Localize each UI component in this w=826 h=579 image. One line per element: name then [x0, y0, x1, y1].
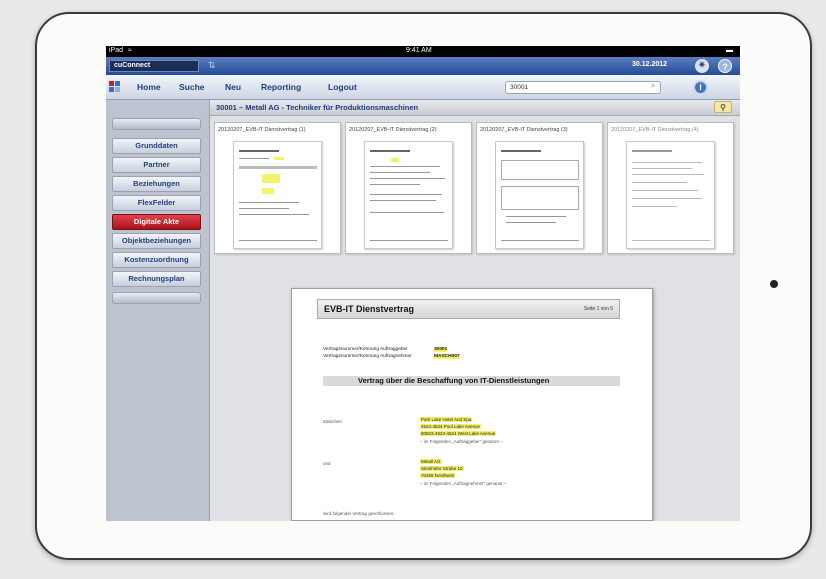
gear-icon[interactable]: ✷	[695, 59, 709, 73]
status-time: 9:41 AM	[406, 47, 432, 54]
document-thumbnail[interactable]: 20120207_EVB-IT Dienstvertrag (2)	[345, 122, 472, 254]
record-title-bar: 30001 – Metall AG - Techniker für Produk…	[210, 100, 740, 116]
record-title: 30001 – Metall AG - Techniker für Produk…	[216, 103, 419, 112]
document-thumbnail[interactable]: 20120207_EVB-IT Dienstvertrag (3)	[476, 122, 603, 254]
ipad-screen: iPad ≈ 9:41 AM ▬ cuConnect ⇅ 30.12.2012 …	[106, 46, 740, 521]
search-go-button[interactable]: >	[651, 83, 655, 90]
help-icon[interactable]: ?	[718, 59, 732, 73]
document-thumbnail[interactable]: 20120207_EVB-IT Dienstvertrag (4)	[607, 122, 734, 254]
document-header: EVB-IT Dienstvertrag Seite 1 von 5	[317, 299, 620, 319]
home-button[interactable]	[770, 280, 778, 288]
sidebar-item-digitale-akte[interactable]: Digitale Akte	[112, 214, 201, 230]
thumbnail-page-preview	[626, 141, 715, 249]
search-input[interactable]: 30001 >	[505, 81, 661, 94]
auftragnehmer-label: Vertragsnummer/Kennung Auftragnehmer	[323, 354, 412, 359]
sidebar-item-beziehungen[interactable]: Beziehungen	[112, 176, 201, 192]
party2-line: Metall AG	[420, 459, 442, 464]
section-title: Vertrag über die Beschaffung von IT-Dien…	[358, 376, 550, 385]
thumbnail-page-preview	[233, 141, 322, 249]
magnifier-icon[interactable]: ⚲	[714, 101, 732, 113]
document-title: EVB-IT Dienstvertrag	[324, 304, 415, 314]
document-thumbnail[interactable]: 20120207_EVB-IT Dienstvertrag (1)	[214, 122, 341, 254]
thumbnail-page-preview	[495, 141, 584, 249]
sidebar-item-partner[interactable]: Partner	[112, 157, 201, 173]
sort-arrow-icon[interactable]: ⇅	[208, 60, 216, 71]
content-area: Grunddaten Partner Beziehungen FlexFelde…	[106, 100, 740, 521]
app-header: cuConnect ⇅ 30.12.2012 ✷ ?	[106, 57, 740, 75]
thumbnail-label: 20120207_EVB-IT Dienstvertrag (1)	[218, 127, 306, 133]
ios-status-bar: iPad ≈ 9:41 AM ▬	[106, 46, 740, 57]
search-value: 30001	[510, 84, 529, 91]
party2-note: – im Folgenden „Auftragnehmer“ genannt –	[420, 481, 507, 486]
device-name: iPad	[109, 47, 124, 54]
sidebar: Grunddaten Partner Beziehungen FlexFelde…	[106, 100, 210, 521]
thumbnail-label: 20120207_EVB-IT Dienstvertrag (3)	[480, 127, 568, 133]
info-icon[interactable]: i	[693, 80, 708, 95]
party1-line: Park Lake Hotel And Spa	[420, 417, 473, 422]
auftraggeber-value: 30001	[434, 347, 448, 352]
sidebar-footer	[112, 292, 201, 304]
nav-search[interactable]: Suche	[179, 82, 205, 92]
nav-logout[interactable]: Logout	[328, 82, 357, 92]
zwischen-label: Zwischen	[323, 419, 343, 424]
sidebar-item-kostenzuordnung[interactable]: Kostenzuordnung	[112, 252, 201, 268]
party1-line: 4524-4524 Pool Lake Avenue	[420, 424, 481, 429]
thumbnail-label: 20120207_EVB-IT Dienstvertrag (4)	[611, 127, 699, 133]
party2-line: 70469 Nordheim	[420, 473, 456, 478]
nav-new[interactable]: Neu	[225, 82, 241, 92]
nav-home[interactable]: Home	[137, 82, 161, 92]
auftraggeber-label: Vertragsnummer/Kennung Auftraggeber	[323, 347, 408, 352]
party1-note: – im Folgenden „Auftraggeber“ genannt –	[420, 439, 503, 444]
main-navigation: Home Suche Neu Reporting Logout 30001 > …	[106, 75, 740, 100]
sidebar-header	[112, 118, 201, 130]
sidebar-item-objektbeziehungen[interactable]: Objektbeziehungen	[112, 233, 201, 249]
main-panel: 30001 – Metall AG - Techniker für Produk…	[210, 100, 740, 521]
document-page-indicator: Seite 1 von 5	[583, 306, 613, 312]
company-logo	[109, 81, 121, 93]
document-viewer[interactable]: EVB-IT Dienstvertrag Seite 1 von 5 Vertr…	[291, 288, 653, 521]
auftragnehmer-value: MASCH007	[434, 354, 460, 359]
nav-reporting[interactable]: Reporting	[261, 82, 301, 92]
battery-icon: ▬	[726, 47, 733, 54]
sidebar-item-rechnungsplan[interactable]: Rechnungsplan	[112, 271, 201, 287]
document-footer-line: wird folgender Vertrag geschlossen:	[323, 511, 395, 516]
sidebar-item-flexfelder[interactable]: FlexFelder	[112, 195, 201, 211]
app-selector[interactable]: cuConnect	[109, 60, 199, 72]
party1-line: 80503-4524-4524 West Lake Avenue	[420, 431, 497, 436]
thumbnail-label: 20120207_EVB-IT Dienstvertrag (2)	[349, 127, 437, 133]
current-date: 30.12.2012	[632, 61, 668, 68]
und-label: und	[323, 461, 331, 466]
party2-line: Steinhöfer Straße 10	[420, 466, 464, 471]
thumbnail-page-preview	[364, 141, 453, 249]
wifi-icon: ≈	[128, 47, 132, 54]
sidebar-item-grunddaten[interactable]: Grunddaten	[112, 138, 201, 154]
